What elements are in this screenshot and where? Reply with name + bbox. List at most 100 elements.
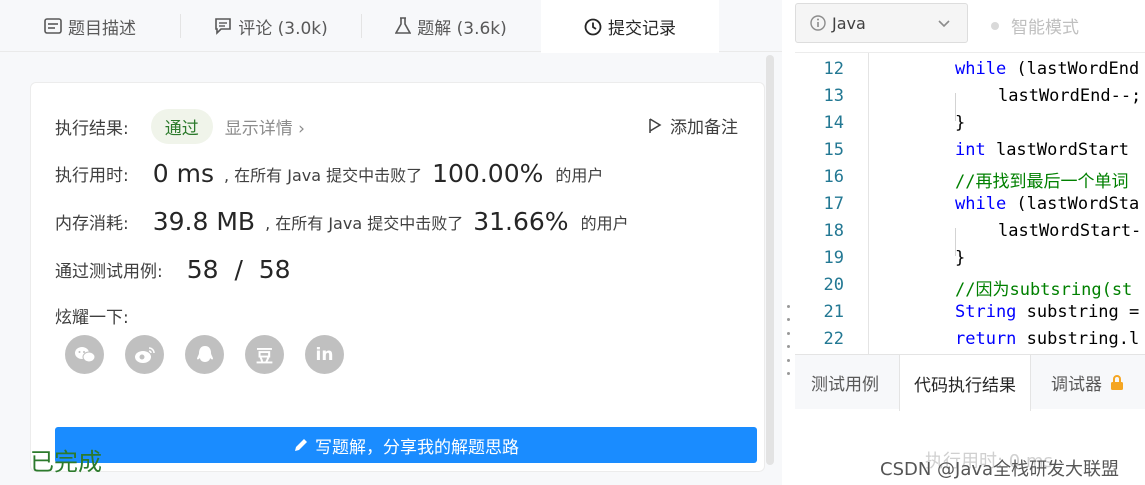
flask-icon — [395, 17, 412, 35]
line-number: 14 — [823, 113, 844, 133]
code-token: return — [955, 329, 1017, 349]
tab-debugger-label: 调试器 — [1051, 375, 1102, 395]
code-line: //因为subtsring(st — [955, 275, 1132, 300]
test-cases-label: 通过测试用例: — [55, 262, 163, 282]
test-cases-value: 58 / 58 — [186, 255, 291, 284]
code-token: int — [955, 140, 986, 160]
memory-row: 内存消耗: 39.8 MB , 在所有 Java 提交中击败了 31.66% 的… — [55, 207, 629, 236]
flag-icon — [648, 117, 662, 134]
code-token: lastWordEnd--; — [998, 86, 1142, 106]
indent-guide — [955, 228, 956, 256]
tab-debugger[interactable]: 调试器 — [1051, 355, 1124, 410]
smart-mode-dot — [991, 21, 999, 30]
runtime-text: , 在所有 Java 提交中击败了 — [223, 165, 423, 185]
tab-run-result-label: 代码执行结果 — [914, 375, 1016, 396]
panel-resize-handle[interactable] — [785, 305, 791, 375]
write-solution-label: 写题解，分享我的解题思路 — [315, 437, 519, 458]
line-number: 21 — [823, 302, 844, 322]
tab-solutions-label: 题解 (3.6k) — [417, 18, 507, 39]
tab-description-label: 题目描述 — [68, 18, 136, 39]
linkedin-glyph: in — [315, 344, 334, 365]
weibo-icon[interactable] — [125, 335, 164, 374]
problem-tabs: 题目描述 评论 (3.0k) 题解 (3.6k) 提交记录 — [0, 0, 782, 53]
run-status: 已完成 — [30, 448, 102, 476]
code-token: (lastWordSta — [1006, 194, 1140, 214]
tab-run-result[interactable]: 代码执行结果 — [899, 355, 1031, 411]
info-icon — [810, 15, 826, 31]
right-panel: Java 智能模式 12 13 14 15 16 17 18 19 20 21 22 while (… — [795, 0, 1145, 485]
runtime-suffix: 的用户 — [555, 165, 604, 185]
code-token: String — [955, 302, 1017, 322]
memory-label: 内存消耗: — [55, 214, 129, 234]
code-token: } — [955, 248, 966, 268]
line-number: 18 — [823, 221, 844, 241]
left-panel: 题目描述 评论 (3.0k) 题解 (3.6k) 提交记录 执行结果: 通过 显… — [0, 0, 782, 485]
line-number: 13 — [823, 86, 844, 106]
code-line: lastWordEnd--; — [998, 86, 1141, 106]
watermark: CSDN @Java全栈研发大联盟 — [880, 459, 1120, 480]
lock-icon — [1110, 374, 1124, 391]
code-token: //因为subtsring(st — [955, 280, 1133, 300]
line-number: 17 — [823, 194, 844, 214]
code-line: } — [955, 113, 965, 133]
wechat-icon[interactable] — [65, 335, 104, 374]
code-token: lastWordStart — [985, 140, 1140, 160]
douban-icon[interactable]: 豆 — [245, 335, 284, 374]
left-scrollbar[interactable] — [766, 55, 774, 465]
code-line: } — [955, 248, 965, 268]
write-solution-button[interactable]: 写题解，分享我的解题思路 — [55, 427, 757, 463]
social-share-icons: 豆 in — [65, 335, 344, 374]
tab-submissions-label: 提交记录 — [608, 19, 676, 39]
memory-suffix: 的用户 — [580, 213, 629, 233]
smart-mode-toggle[interactable]: 智能模式 — [991, 13, 1079, 38]
code-line: while (lastWordEnd — [955, 59, 1139, 79]
code-token: lastWordStart- — [998, 221, 1142, 241]
clock-icon — [584, 18, 602, 36]
code-token: substring = — [1016, 302, 1140, 322]
line-number: 12 — [823, 59, 844, 79]
douban-glyph: 豆 — [256, 347, 273, 367]
chevron-down-icon — [937, 15, 951, 34]
runtime-label: 执行用时: — [55, 166, 129, 186]
comment-icon — [214, 17, 232, 35]
runtime-percent: 100.00% — [432, 159, 544, 188]
runtime-row: 执行用时: 0 ms , 在所有 Java 提交中击败了 100.00% 的用户 — [55, 159, 603, 188]
test-cases-row: 通过测试用例: 58 / 58 — [55, 255, 291, 284]
tab-description[interactable]: 题目描述 — [0, 0, 180, 52]
line-number: 19 — [823, 248, 844, 268]
exec-result-row: 执行结果: 通过 显示详情 › — [55, 109, 305, 144]
code-token: //再找到最后一个单词 — [955, 172, 1129, 192]
tab-submissions[interactable]: 提交记录 — [541, 0, 719, 53]
description-icon — [44, 18, 62, 34]
memory-text: , 在所有 Java 提交中击败了 — [265, 213, 464, 233]
memory-percent: 31.66% — [473, 207, 569, 236]
line-number: 20 — [823, 275, 844, 295]
tab-test-cases[interactable]: 测试用例 — [811, 355, 879, 410]
code-token: substring.l — [1016, 329, 1140, 349]
indent-guide — [955, 93, 956, 121]
linkedin-icon[interactable]: in — [305, 335, 344, 374]
tab-comments-label: 评论 (3.0k) — [238, 18, 328, 39]
add-note-button[interactable]: 添加备注 — [648, 113, 738, 138]
language-select[interactable]: Java — [795, 3, 968, 43]
tab-comments[interactable]: 评论 (3.0k) — [181, 0, 361, 52]
submission-result-card: 执行结果: 通过 显示详情 › 添加备注 执行用时: 0 ms , 在所有 Ja… — [30, 82, 765, 472]
code-line: lastWordStart- — [998, 221, 1141, 241]
tab-solutions[interactable]: 题解 (3.6k) — [362, 0, 540, 52]
code-editor[interactable]: 12 13 14 15 16 17 18 19 20 21 22 while (lastWordEn… — [795, 52, 1145, 354]
add-note-label: 添加备注 — [670, 118, 738, 138]
status-badge: 通过 — [150, 109, 213, 144]
qq-icon[interactable] — [185, 335, 224, 374]
tab-test-cases-label: 测试用例 — [811, 375, 879, 395]
show-details-link[interactable]: 显示详情 › — [225, 114, 305, 139]
exec-result-label: 执行结果: — [55, 119, 129, 139]
share-label: 炫耀一下: — [55, 308, 129, 328]
line-number-gutter: 12 13 14 15 16 17 18 19 20 21 22 — [795, 53, 869, 354]
code-token: } — [955, 113, 966, 133]
pencil-icon — [293, 437, 309, 453]
memory-value: 39.8 MB — [152, 207, 256, 236]
line-number: 16 — [823, 167, 844, 187]
line-number: 15 — [823, 140, 844, 160]
line-number: 22 — [823, 329, 844, 349]
code-line: String substring = — [955, 302, 1139, 322]
